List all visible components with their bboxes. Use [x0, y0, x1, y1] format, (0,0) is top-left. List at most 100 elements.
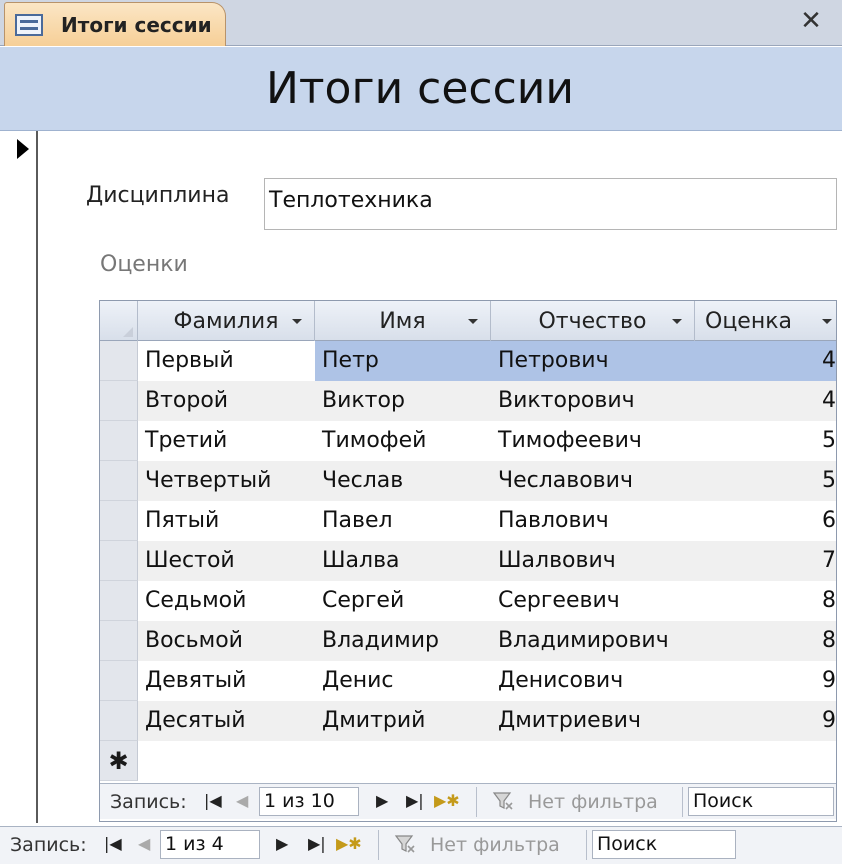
search-input[interactable]: Поиск: [592, 830, 736, 859]
table-row[interactable]: Второй Виктор Викторович 4: [100, 381, 836, 421]
table-cell[interactable]: Четвертый: [138, 461, 315, 501]
next-record-icon[interactable]: ▶: [276, 834, 288, 853]
table-cell[interactable]: 7: [695, 541, 836, 581]
next-record-icon[interactable]: ▶: [376, 791, 388, 810]
row-selector[interactable]: [100, 581, 138, 621]
table-cell[interactable]: Тимофей: [315, 421, 491, 461]
previous-record-icon[interactable]: ◀: [236, 791, 248, 810]
table-cell[interactable]: Восьмой: [138, 621, 315, 661]
table-cell[interactable]: 5: [695, 421, 836, 461]
table-cell[interactable]: Чеславович: [491, 461, 695, 501]
table-cell[interactable]: Шестой: [138, 541, 315, 581]
row-selector[interactable]: [100, 421, 138, 461]
table-cell[interactable]: Пятый: [138, 501, 315, 541]
table-row[interactable]: Десятый Дмитрий Дмитриевич 9: [100, 701, 836, 741]
new-record-icon[interactable]: ▶✱: [336, 834, 362, 853]
select-all-corner[interactable]: [100, 301, 138, 341]
column-header-surname[interactable]: Фамилия: [138, 301, 315, 341]
column-header-label: Отчество: [538, 308, 647, 334]
table-cell[interactable]: Денис: [315, 661, 491, 701]
table-cell[interactable]: Первый: [138, 341, 315, 381]
table-cell[interactable]: 5: [695, 461, 836, 501]
table-cell[interactable]: Шалвович: [491, 541, 695, 581]
datasheet-header: Фамилия Имя Отчество Оценка: [100, 301, 836, 341]
nav-divider: [378, 830, 379, 860]
column-header-patronymic[interactable]: Отчество: [491, 301, 695, 341]
table-cell[interactable]: Павел: [315, 501, 491, 541]
table-cell[interactable]: 6: [695, 501, 836, 541]
new-record-icon[interactable]: ▶✱: [434, 791, 460, 810]
nav-divider: [586, 830, 587, 860]
table-cell[interactable]: Третий: [138, 421, 315, 461]
table-cell[interactable]: 8: [695, 581, 836, 621]
row-selector[interactable]: [100, 701, 138, 741]
row-selector[interactable]: [100, 341, 138, 381]
discipline-field[interactable]: Теплотехника: [264, 178, 837, 230]
last-record-icon[interactable]: ▶|: [308, 834, 326, 853]
last-record-icon[interactable]: ▶|: [406, 791, 424, 810]
row-selector[interactable]: [100, 661, 138, 701]
chevron-down-icon[interactable]: [822, 319, 832, 324]
table-cell[interactable]: 9: [695, 661, 836, 701]
table-row[interactable]: Четвертый Чеслав Чеславович 5: [100, 461, 836, 501]
record-position-field[interactable]: 1 из 10: [259, 787, 359, 816]
document-tab[interactable]: Итоги сессии: [4, 2, 226, 46]
table-cell[interactable]: Павлович: [491, 501, 695, 541]
table-cell[interactable]: Дмитриевич: [491, 701, 695, 741]
table-row[interactable]: Девятый Денис Денисович 9: [100, 661, 836, 701]
table-cell[interactable]: Десятый: [138, 701, 315, 741]
record-selector[interactable]: [0, 131, 38, 823]
table-cell[interactable]: Сергеевич: [491, 581, 695, 621]
table-cell[interactable]: Викторович: [491, 381, 695, 421]
form-icon: [15, 13, 43, 36]
table-cell[interactable]: Чеслав: [315, 461, 491, 501]
first-record-icon[interactable]: |◀: [204, 791, 222, 810]
row-selector[interactable]: [100, 381, 138, 421]
no-filter-button[interactable]: Нет фильтра: [528, 791, 658, 813]
column-header-grade[interactable]: Оценка: [695, 301, 836, 341]
table-cell[interactable]: Виктор: [315, 381, 491, 421]
filter-icon: [492, 792, 513, 810]
column-header-label: Имя: [379, 308, 426, 334]
form-header: Итоги сессии: [0, 47, 842, 131]
table-cell[interactable]: 4: [695, 381, 836, 421]
first-record-icon[interactable]: |◀: [104, 834, 122, 853]
table-row[interactable]: Восьмой Владимир Владимирович 8: [100, 621, 836, 661]
table-cell[interactable]: 9: [695, 701, 836, 741]
form-title: Итоги сессии: [266, 63, 574, 114]
no-filter-button[interactable]: Нет фильтра: [430, 834, 560, 856]
table-cell[interactable]: Тимофеевич: [491, 421, 695, 461]
column-header-name[interactable]: Имя: [315, 301, 491, 341]
table-cell[interactable]: Девятый: [138, 661, 315, 701]
chevron-down-icon[interactable]: [672, 319, 682, 324]
table-cell[interactable]: Шалва: [315, 541, 491, 581]
chevron-down-icon[interactable]: [292, 319, 302, 324]
table-cell[interactable]: Сергей: [315, 581, 491, 621]
previous-record-icon[interactable]: ◀: [138, 834, 150, 853]
table-row[interactable]: Седьмой Сергей Сергеевич 8: [100, 581, 836, 621]
close-icon[interactable]: ✕: [798, 8, 824, 34]
row-selector[interactable]: [100, 461, 138, 501]
row-selector[interactable]: [100, 501, 138, 541]
table-cell[interactable]: Петр: [315, 341, 491, 381]
chevron-down-icon[interactable]: [468, 319, 478, 324]
table-row[interactable]: Третий Тимофей Тимофеевич 5: [100, 421, 836, 461]
table-cell[interactable]: 4: [695, 341, 836, 381]
table-row[interactable]: Первый Петр Петрович 4: [100, 341, 836, 381]
new-record-row[interactable]: ✱: [100, 741, 836, 781]
table-cell[interactable]: Дмитрий: [315, 701, 491, 741]
table-cell[interactable]: Седьмой: [138, 581, 315, 621]
column-header-label: Фамилия: [173, 308, 279, 334]
table-cell[interactable]: Второй: [138, 381, 315, 421]
search-input[interactable]: Поиск: [688, 787, 834, 816]
row-selector[interactable]: [100, 541, 138, 581]
table-row[interactable]: Шестой Шалва Шалвович 7: [100, 541, 836, 581]
table-cell[interactable]: 8: [695, 621, 836, 661]
table-cell[interactable]: Петрович: [491, 341, 695, 381]
table-row[interactable]: Пятый Павел Павлович 6: [100, 501, 836, 541]
table-cell[interactable]: Владимирович: [491, 621, 695, 661]
record-position-field[interactable]: 1 из 4: [160, 830, 260, 859]
row-selector[interactable]: [100, 621, 138, 661]
table-cell[interactable]: Владимир: [315, 621, 491, 661]
table-cell[interactable]: Денисович: [491, 661, 695, 701]
